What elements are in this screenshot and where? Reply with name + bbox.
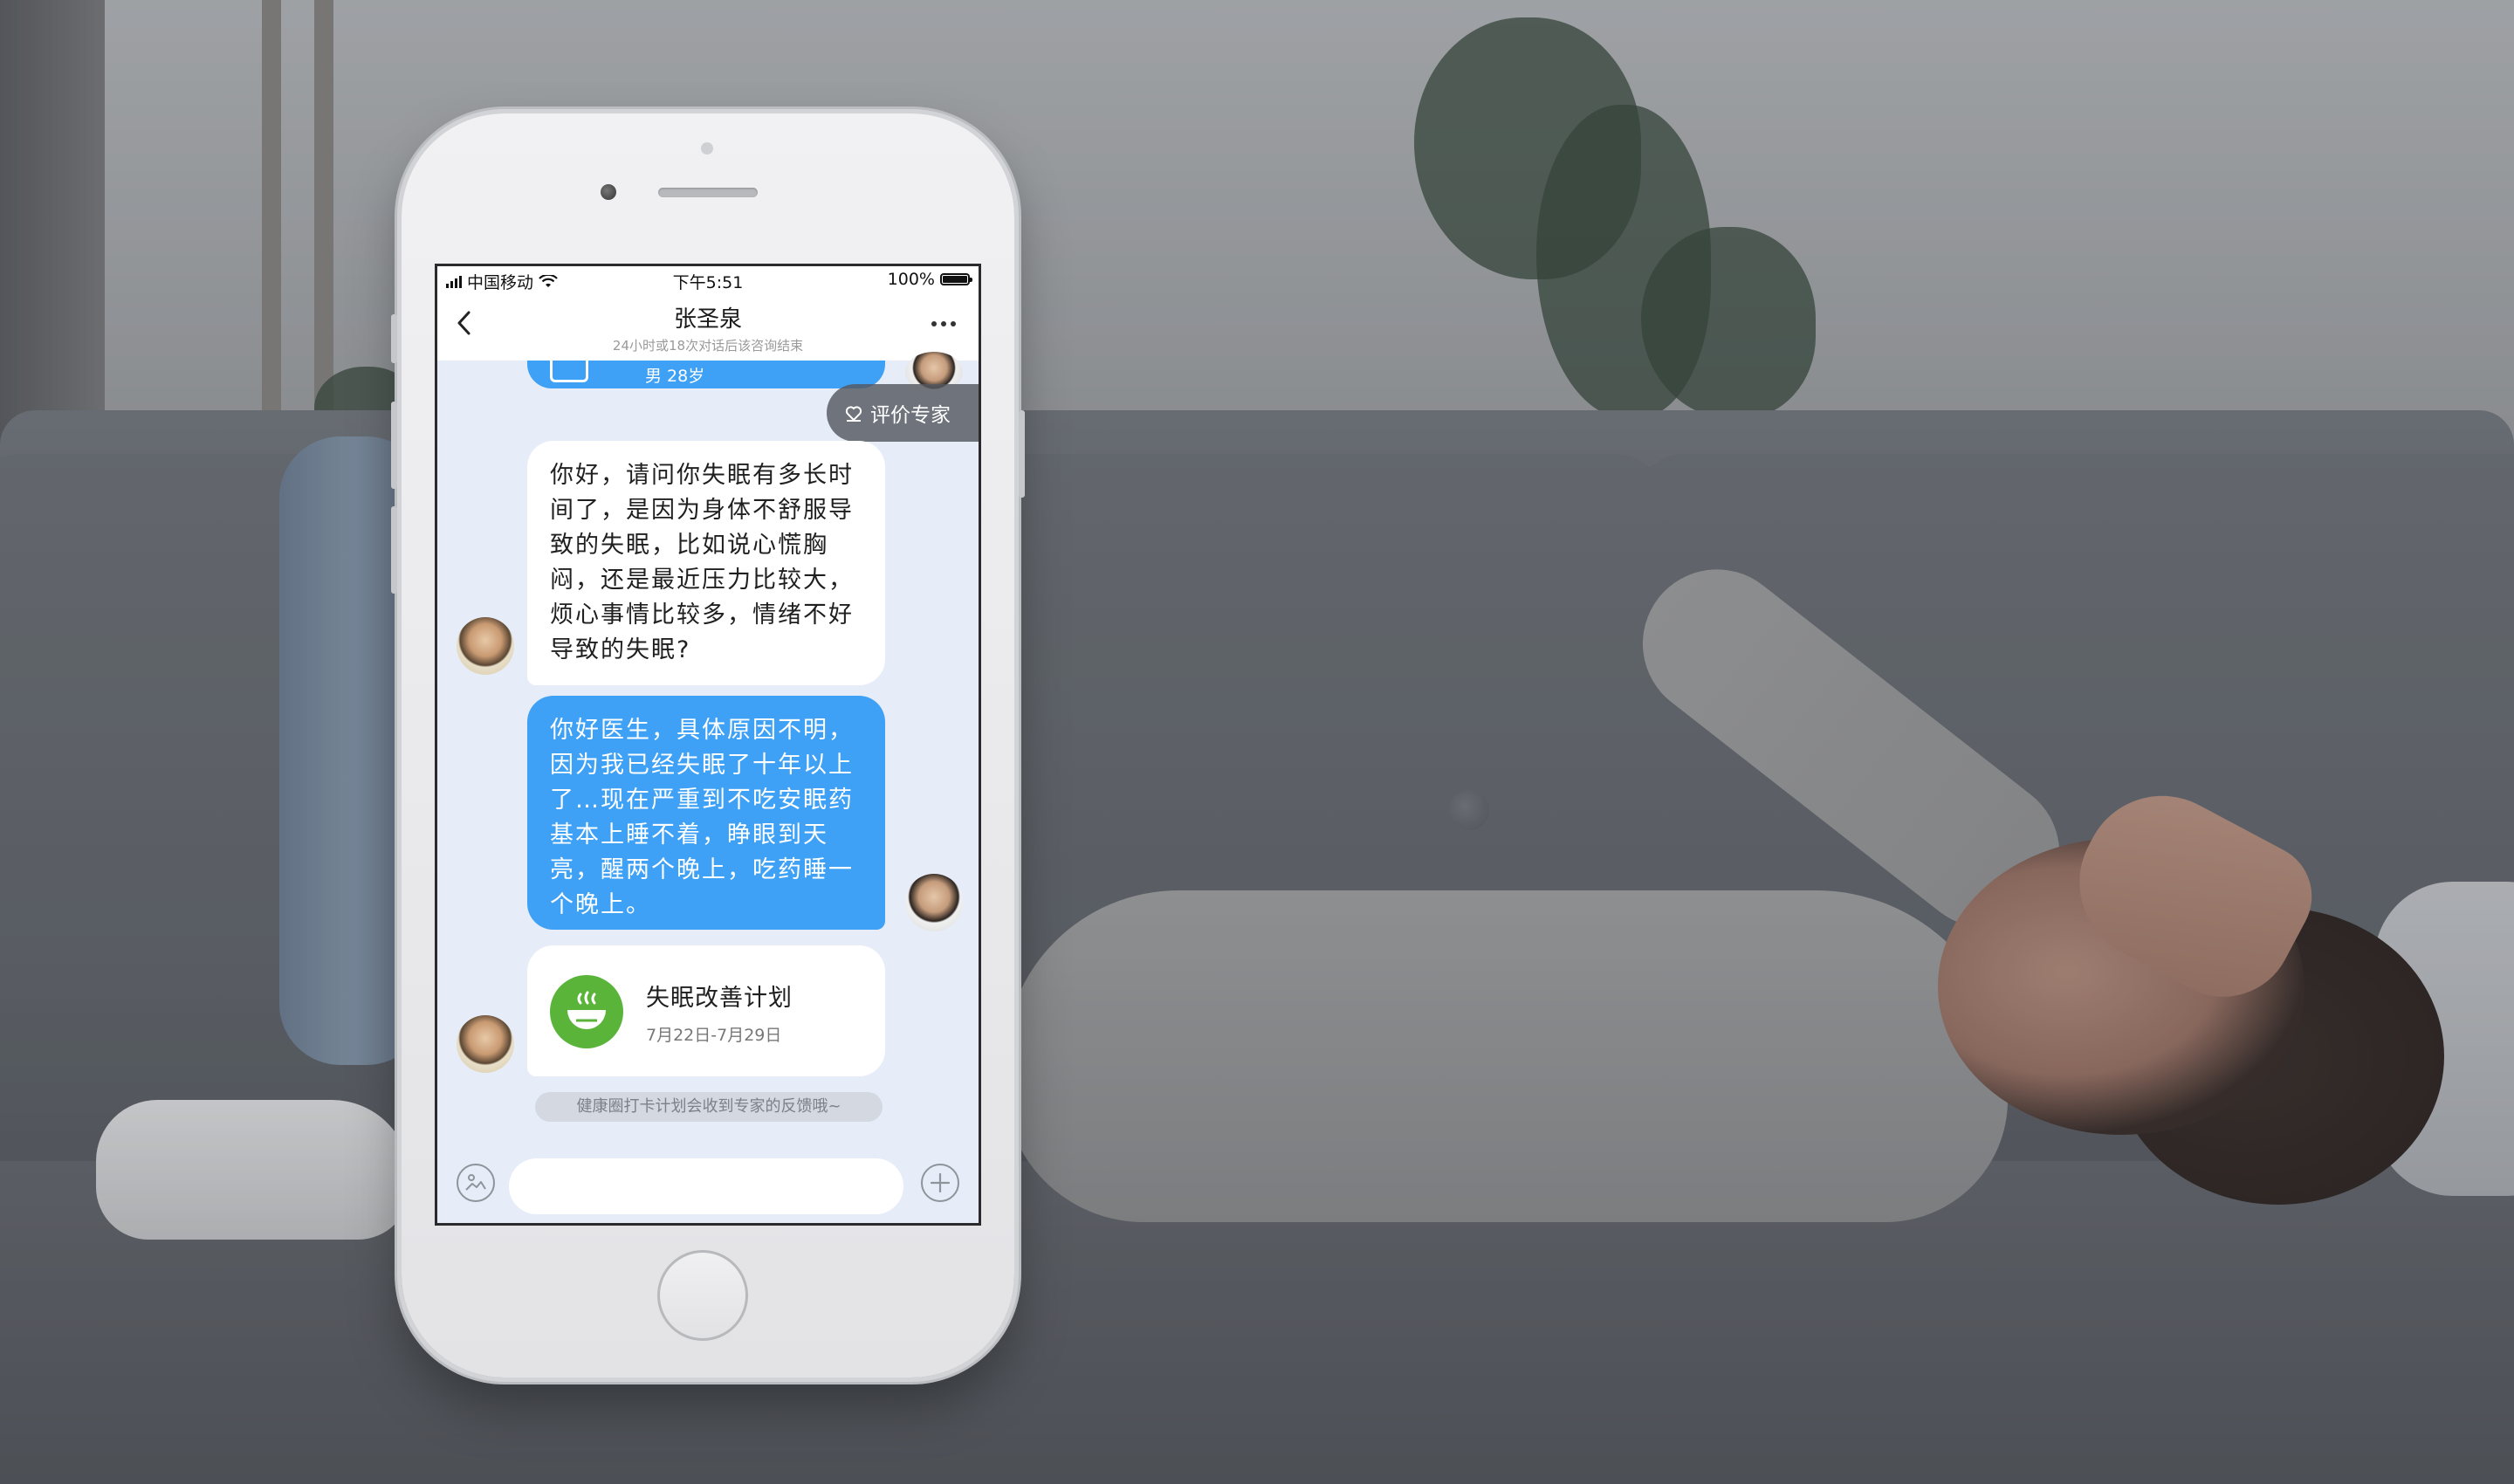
front-camera xyxy=(601,184,616,200)
rate-expert-button[interactable]: 评价专家 xyxy=(827,384,979,442)
mute-switch xyxy=(391,314,397,363)
chat-title: 张圣泉 xyxy=(673,306,742,333)
doctor-avatar[interactable] xyxy=(457,617,514,675)
input-bar xyxy=(437,1139,979,1223)
plan-date: 7月22日-7月29日 xyxy=(646,1026,782,1045)
proximity-sensor xyxy=(701,142,713,155)
message-bubble-doctor: 你好，请问你失眠有多长时 间了，是因为身体不舒服导 致的失眠，比如说心慌胸 闷，… xyxy=(527,441,885,685)
battery-percent: 100% xyxy=(887,270,935,289)
chat-subtitle: 24小时或18次对话后该咨询结束 xyxy=(612,338,804,354)
phone-screen: 中国移动 下午5:51 100% 张圣泉 24小时或18次对话后该咨询结束 男 … xyxy=(435,264,981,1226)
volume-down-button xyxy=(391,506,397,594)
image-icon[interactable] xyxy=(457,1164,495,1202)
nav-bar: 张圣泉 24小时或18次对话后该咨询结束 xyxy=(437,291,979,361)
plan-title: 失眠改善计划 xyxy=(646,985,793,1012)
message-bubble-patient: 你好医生，具体原因不明， 因为我已经失眠了十年以上 了…现在严重到不吃安眠药 基… xyxy=(527,696,885,930)
document-icon xyxy=(550,350,588,382)
doctor-avatar[interactable] xyxy=(457,1015,514,1073)
bowl-icon xyxy=(550,975,623,1048)
volume-up-button xyxy=(391,402,397,489)
background-photo xyxy=(0,0,2514,1484)
earpiece-speaker xyxy=(658,188,758,197)
phone-mockup: 中国移动 下午5:51 100% 张圣泉 24小时或18次对话后该咨询结束 男 … xyxy=(391,113,1025,1378)
message-input[interactable] xyxy=(509,1158,903,1214)
rate-icon xyxy=(845,406,862,422)
plus-icon[interactable] xyxy=(921,1164,959,1202)
photo-overlay xyxy=(0,0,2514,1484)
more-dots-icon[interactable] xyxy=(931,321,956,326)
home-button[interactable] xyxy=(657,1250,748,1341)
status-bar: 中国移动 下午5:51 100% xyxy=(437,266,979,292)
patient-info-card[interactable]: 男 28岁 xyxy=(527,350,885,388)
battery-icon xyxy=(940,273,972,285)
patient-avatar[interactable] xyxy=(905,874,963,931)
patient-meta: 男 28岁 xyxy=(645,367,705,386)
status-right: 100% xyxy=(887,270,972,289)
system-notice: 健康圈打卡计划会收到专家的反馈哦~ xyxy=(535,1092,883,1122)
power-button xyxy=(1019,410,1025,498)
rate-expert-label: 评价专家 xyxy=(870,404,951,427)
plan-card[interactable]: 失眠改善计划 7月22日-7月29日 xyxy=(527,945,885,1076)
